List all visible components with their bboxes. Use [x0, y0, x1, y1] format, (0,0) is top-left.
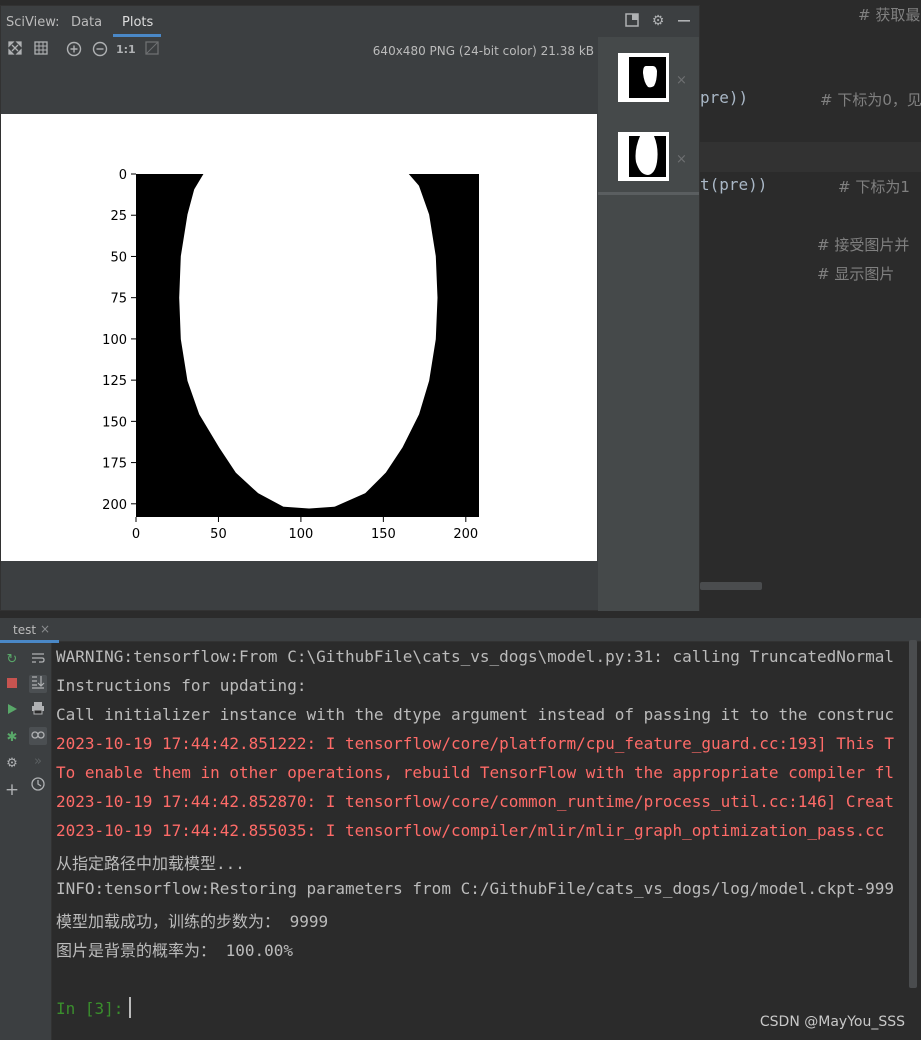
console-line: WARNING:tensorflow:From C:\GithubFile\ca… [56, 647, 895, 666]
debug-icon[interactable]: ✱ [3, 729, 21, 747]
console-line: INFO:tensorflow:Restoring parameters fro… [56, 879, 895, 898]
soft-wrap-icon[interactable] [29, 651, 47, 669]
plot-thumbnail[interactable] [618, 53, 669, 102]
code-line[interactable]: t(pre)) [700, 175, 767, 194]
sciview-title: SciView: [6, 15, 60, 30]
code-comment: # 显示图片 [817, 265, 895, 283]
sciview-header: SciView: Data Plots ⚙ [1, 6, 699, 37]
x-tick-label: 150 [371, 527, 396, 542]
scroll-to-end-icon[interactable] [29, 675, 47, 693]
run-tool-window: test × ↻ ✱ ⚙ + » WARNING:tensorflow:From… [0, 618, 921, 1040]
text-caret [129, 997, 132, 1018]
console-line: 模型加载成功，训练的步数为： 9999 [56, 912, 329, 931]
y-tick-label: 200 [102, 498, 127, 513]
run-actions-toolbar: ↻ ✱ ⚙ + [0, 643, 24, 1040]
console-line: 图片是背景的概率为： 100.00% [56, 941, 294, 960]
gear-icon[interactable]: ⚙ [3, 755, 21, 773]
current-line-highlight [700, 142, 921, 172]
run-icon[interactable] [3, 703, 21, 721]
actual-size-button[interactable]: 1:1 [116, 41, 136, 59]
y-tick-label: 50 [110, 250, 127, 265]
x-tick-label: 50 [210, 527, 227, 542]
y-tick-label: 175 [102, 457, 127, 472]
run-tab-label: test [13, 623, 37, 637]
console-output[interactable]: WARNING:tensorflow:From C:\GithubFile\ca… [52, 643, 917, 1040]
console-prompt[interactable]: In [3]: [56, 997, 132, 1018]
console-line: 2023-10-19 17:44:42.851222: I tensorflow… [56, 734, 895, 753]
code-comment: # 下标为1 [838, 178, 910, 196]
code-comment: # 获取最 [858, 6, 921, 24]
close-thumbnail-icon[interactable]: × [676, 152, 687, 167]
history-icon[interactable] [29, 777, 47, 795]
sciview-toolbar: 1:1 640x480 PNG (24-bit color) 21.38 kB [1, 37, 598, 65]
y-tick-label: 75 [110, 292, 127, 307]
image-info: 640x480 PNG (24-bit color) 21.38 kB [372, 44, 594, 58]
y-tick-label: 100 [102, 333, 127, 348]
watermark: CSDN @MayYou_SSS [759, 1014, 905, 1030]
y-tick-label: 25 [110, 209, 127, 224]
add-icon[interactable]: + [3, 781, 21, 799]
plot-canvas[interactable]: 0 50 100 150 200 0 25 50 75 100 125 150 175 200 [1, 114, 597, 561]
console-line: 2023-10-19 17:44:42.855035: I tensorflow… [56, 821, 885, 840]
stop-icon[interactable] [3, 677, 21, 695]
print-icon[interactable] [29, 701, 47, 719]
grid-icon[interactable] [32, 41, 50, 59]
code-comment: # 接受图片并 [817, 236, 910, 254]
console-actions-toolbar: » [24, 643, 52, 1040]
plot-image: 0 50 100 150 200 0 25 50 75 100 125 150 175 200 [102, 168, 479, 542]
tab-plots[interactable]: Plots [122, 15, 153, 30]
run-tab-test[interactable]: test × [0, 618, 59, 643]
x-tick-label: 100 [288, 527, 313, 542]
console-vertical-scrollbar[interactable] [909, 640, 917, 988]
thumbnail-divider [598, 192, 699, 195]
float-window-icon[interactable] [624, 13, 640, 29]
sciview-window: SciView: Data Plots ⚙ 1:1 640x480 PNG (2… [0, 5, 700, 611]
x-tick-label: 0 [132, 527, 140, 542]
console-line: To enable them in other operations, rebu… [56, 763, 895, 782]
console-line: Call initializer instance with the dtype… [56, 705, 895, 724]
zoom-out-icon[interactable] [91, 41, 109, 59]
plot-thumbnails-panel: × × [598, 37, 699, 611]
minimize-icon[interactable] [676, 13, 692, 29]
view-variables-icon[interactable] [29, 727, 47, 745]
console-line: 从指定路径中加载模型... [56, 854, 245, 873]
rerun-icon[interactable]: ↻ [3, 651, 21, 669]
editor-horizontal-scrollbar[interactable] [700, 582, 762, 590]
run-tab-bar: test × [0, 618, 921, 643]
close-thumbnail-icon[interactable]: × [676, 73, 687, 88]
plot-thumbnail[interactable] [618, 132, 669, 181]
console-line: Instructions for updating: [56, 676, 307, 695]
fit-to-screen-icon[interactable] [6, 41, 24, 59]
y-tick-label: 0 [119, 168, 127, 183]
zoom-in-icon[interactable] [65, 41, 83, 59]
x-tick-label: 200 [453, 527, 478, 542]
prompt-label: In [3]: [56, 999, 124, 1018]
close-icon[interactable]: × [40, 622, 50, 636]
y-tick-label: 125 [102, 374, 127, 389]
code-comment: # 下标为0，见 [820, 91, 921, 109]
tab-data[interactable]: Data [71, 15, 102, 30]
code-line[interactable]: pre)) [700, 88, 748, 107]
fast-forward-icon[interactable]: » [29, 753, 47, 771]
console-line: 2023-10-19 17:44:42.852870: I tensorflow… [56, 792, 895, 811]
gear-icon[interactable]: ⚙ [650, 13, 666, 29]
background-toggle-icon[interactable] [143, 41, 161, 59]
y-tick-label: 150 [102, 415, 127, 430]
